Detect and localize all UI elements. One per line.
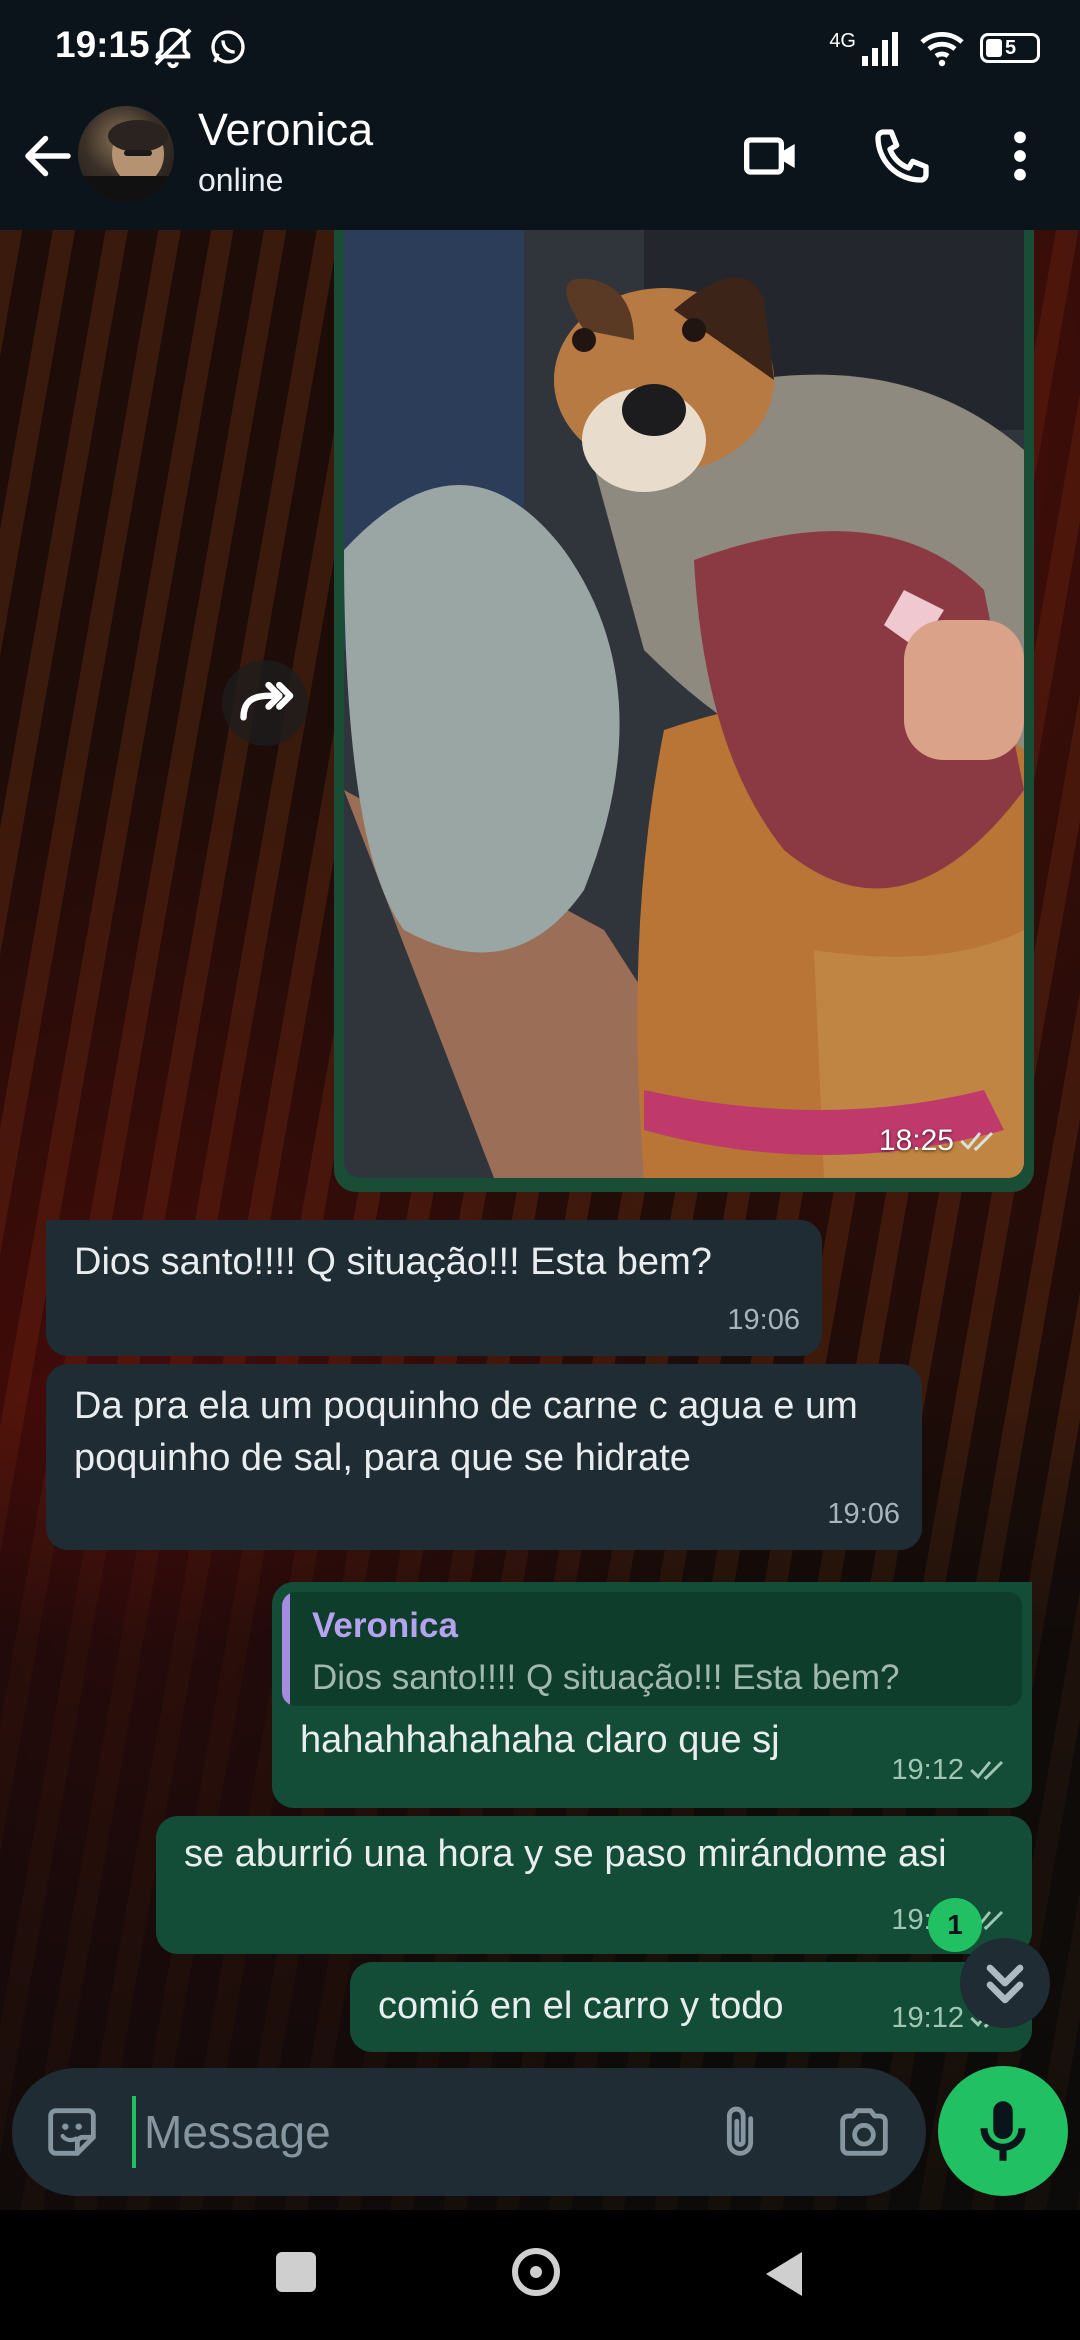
message-time: 19:12 bbox=[891, 2002, 964, 2034]
signal-icon bbox=[862, 32, 898, 66]
voice-call-button[interactable] bbox=[870, 124, 934, 188]
outgoing-message[interactable]: comió en el carro y todo 19:12 bbox=[350, 1962, 1032, 2052]
message-time: 19:06 bbox=[727, 1304, 800, 1336]
status-right-icons: 4G 5 bbox=[829, 26, 1040, 70]
double-chevron-down-icon bbox=[986, 1964, 1024, 2004]
battery-icon: 5 bbox=[980, 33, 1040, 63]
arrow-left-icon bbox=[25, 135, 71, 177]
message-text: comió en el carro y todo bbox=[378, 1985, 784, 2027]
network-type: 4G bbox=[829, 29, 856, 52]
more-vertical-icon bbox=[1014, 131, 1026, 181]
voice-message-button[interactable] bbox=[938, 2066, 1068, 2196]
system-navigation-bar bbox=[0, 2210, 1080, 2340]
contact-status: online bbox=[198, 162, 284, 198]
incoming-message[interactable]: Da pra ela um poquinho de carne c agua e… bbox=[46, 1364, 922, 1550]
quote-accent-bar bbox=[282, 1592, 290, 1706]
image-time: 18:25 bbox=[878, 1124, 954, 1157]
scroll-to-bottom-button[interactable] bbox=[960, 1938, 1050, 2028]
more-options-button[interactable] bbox=[1000, 124, 1040, 188]
chat-header: Veronica online bbox=[0, 96, 1080, 230]
phone-icon bbox=[875, 129, 929, 183]
triangle-back-icon bbox=[766, 2252, 802, 2296]
quote-text: Dios santo!!!! Q situação!!! Esta bem? bbox=[312, 1658, 900, 1697]
avatar[interactable] bbox=[78, 106, 174, 202]
quote-author: Veronica bbox=[312, 1606, 458, 1645]
paperclip-icon bbox=[726, 2106, 754, 2156]
forward-icon bbox=[240, 681, 294, 721]
message-text: Dios santo!!!! Q situação!!! Esta bem? bbox=[74, 1241, 712, 1283]
battery-level: 5 bbox=[1005, 37, 1017, 59]
incoming-message[interactable]: Dios santo!!!! Q situação!!! Esta bem? 1… bbox=[46, 1220, 822, 1356]
double-check-icon bbox=[960, 1131, 994, 1152]
message-input[interactable] bbox=[138, 2094, 684, 2170]
sticker-icon bbox=[48, 2108, 96, 2156]
outgoing-message[interactable]: Veronica Dios santo!!!! Q situação!!! Es… bbox=[272, 1582, 1032, 1808]
sticker-button[interactable] bbox=[40, 2100, 104, 2164]
dog-photo[interactable]: 18:25 bbox=[344, 230, 1024, 1178]
double-check-icon bbox=[970, 1760, 1004, 1781]
outgoing-message[interactable]: se aburrió una hora y se paso mirándome … bbox=[156, 1816, 1032, 1954]
status-bar: 19:15 4G 5 bbox=[0, 0, 1080, 96]
wifi-icon bbox=[920, 31, 964, 67]
quoted-message[interactable]: Veronica Dios santo!!!! Q situação!!! Es… bbox=[282, 1592, 1022, 1706]
text-cursor bbox=[132, 2096, 136, 2168]
back-button[interactable] bbox=[18, 126, 78, 186]
attach-button[interactable] bbox=[708, 2100, 772, 2164]
home-dot bbox=[530, 2266, 542, 2278]
recents-button[interactable] bbox=[276, 2252, 316, 2292]
image-message-bubble[interactable]: 18:25 bbox=[334, 230, 1034, 1192]
message-composer bbox=[12, 2068, 926, 2196]
message-text: se aburrió una hora y se paso mirándome … bbox=[184, 1833, 947, 1875]
whatsapp-icon bbox=[211, 30, 245, 64]
image-timestamp: 18:25 bbox=[879, 1124, 1000, 1158]
camera-icon bbox=[840, 2108, 888, 2156]
bell-off-icon bbox=[154, 27, 192, 69]
system-back-button[interactable] bbox=[762, 2250, 806, 2298]
video-call-button[interactable] bbox=[740, 124, 804, 188]
message-text: Da pra ela um poquinho de carne c agua e… bbox=[74, 1385, 858, 1479]
status-time: 19:15 bbox=[55, 24, 150, 65]
status-left-icons bbox=[150, 24, 248, 70]
home-button[interactable] bbox=[512, 2248, 560, 2296]
forward-button[interactable] bbox=[222, 660, 308, 746]
video-camera-icon bbox=[744, 137, 795, 175]
camera-button[interactable] bbox=[832, 2100, 896, 2164]
contact-name[interactable]: Veronica bbox=[198, 104, 373, 156]
message-text: hahahhahahaha claro que sj bbox=[300, 1719, 780, 1761]
message-meta: 19:12 bbox=[891, 1744, 1010, 1796]
message-time: 19:06 bbox=[827, 1498, 900, 1530]
message-time: 19:12 bbox=[891, 1754, 964, 1786]
microphone-icon bbox=[980, 2101, 1026, 2161]
unread-count-badge[interactable]: 1 bbox=[928, 1898, 982, 1952]
